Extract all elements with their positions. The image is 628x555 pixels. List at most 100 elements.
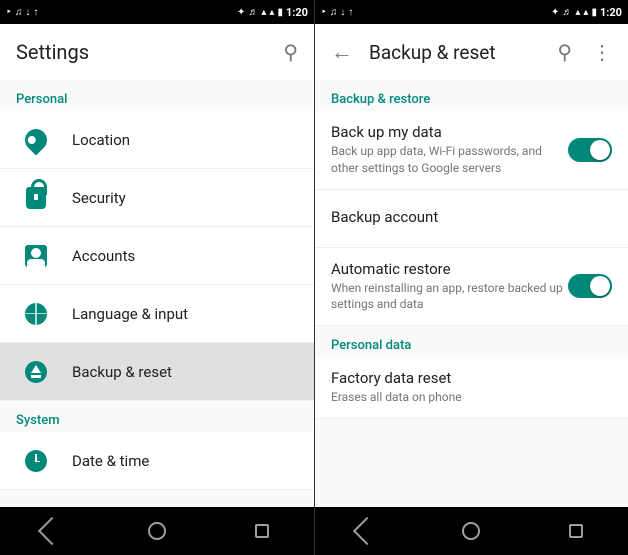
right-status-icons: ‣ ♫ ↓ ↑ [321,7,353,18]
factory-reset-subtitle: Erases all data on phone [331,389,612,406]
right-nav-home-icon [462,522,480,540]
left-recents-icon [255,524,269,538]
backup-account-content: Backup account [331,196,612,240]
security-label: Security [72,189,126,207]
left-back-button[interactable] [22,511,82,551]
location-label: Location [72,131,130,149]
settings-item-datetime[interactable]: Date & time [0,432,314,490]
auto-restore-title: Automatic restore [331,260,568,278]
right-bt-icon: ‣ [321,7,327,18]
language-label: Language & input [72,305,188,323]
right-content: Backup & restore Back up my data Back up… [315,80,628,507]
right-status-right: ✦ ♬ ▴ ▴ ▮ 1:20 [551,6,622,19]
settings-item-security[interactable]: Security [0,169,314,227]
factory-reset-title: Factory data reset [331,369,612,387]
right-item-auto-restore[interactable]: Automatic restore When reinstalling an a… [315,248,628,327]
backup-data-toggle-thumb [590,140,610,160]
right-item-factory-reset[interactable]: Factory data reset Erases all data on ph… [315,357,628,419]
backup-data-title: Back up my data [331,123,568,141]
left-time: 1:20 [286,6,308,19]
right-signal-vol: ♬ [562,7,572,18]
datetime-icon [25,450,47,472]
left-app-title: Settings [16,40,283,64]
backup-data-toggle[interactable] [568,138,612,162]
right-wifi: ▴ [575,7,580,18]
right-nav-back-button[interactable] [337,511,397,551]
location-icon [20,124,51,155]
left-status-icons: ‣ ♫ ↓ ↑ [6,7,38,18]
language-icon-container [16,294,56,334]
right-nav-home-button[interactable] [441,511,501,551]
right-status-bar: ‣ ♫ ↓ ↑ ✦ ♬ ▴ ▴ ▮ 1:20 [315,0,628,24]
settings-item-location[interactable]: Location [0,111,314,169]
right-download-icon: ↓ [340,7,345,18]
bt-icon: ✦ [237,7,245,18]
backup-data-subtitle: Back up app data, Wi-Fi passwords, and o… [331,143,568,177]
signal-icon: ▴ [269,7,274,18]
left-back-icon [38,517,66,545]
right-battery: ▮ [591,7,597,18]
left-status-bar: ‣ ♫ ↓ ↑ ✦ ♬ ▴ ▴ ▮ 1:20 [0,0,314,24]
right-upload-icon: ↑ [348,7,353,18]
left-home-icon [148,522,166,540]
settings-item-accounts[interactable]: Accounts [0,227,314,285]
right-item-backup-account[interactable]: Backup account [315,190,628,248]
left-search-icon[interactable]: ⚲ [283,40,298,64]
right-headset-icon: ♫ [330,7,338,18]
right-nav-bar [315,507,628,555]
right-back-button[interactable]: ← [331,39,353,65]
right-panel: ‣ ♫ ↓ ↑ ✦ ♬ ▴ ▴ ▮ 1:20 ← Backup & reset … [314,0,628,555]
security-icon [26,187,46,209]
left-panel: ‣ ♫ ↓ ↑ ✦ ♬ ▴ ▴ ▮ 1:20 Settings ⚲ Person… [0,0,314,555]
right-signal: ▴ [583,7,588,18]
right-nav-recents-icon [569,524,583,538]
battery-icon: ▮ [277,7,283,18]
right-item-backup-data[interactable]: Back up my data Back up app data, Wi-Fi … [315,111,628,190]
left-settings-list: Personal Location Security Accounts Lang… [0,80,314,507]
auto-restore-toggle-thumb [590,276,610,296]
left-app-bar: Settings ⚲ [0,24,314,80]
security-icon-container [16,178,56,218]
right-signal-bt: ✦ [551,7,559,18]
auto-restore-subtitle: When reinstalling an app, restore backed… [331,280,568,314]
right-time: 1:20 [600,6,622,19]
vol-icon: ♬ [248,7,258,18]
headset-icon: ♫ [15,7,23,18]
settings-item-backup[interactable]: Backup & reset [0,343,314,401]
backup-data-content: Back up my data Back up app data, Wi-Fi … [331,111,568,189]
right-more-icon[interactable]: ⋮ [584,32,620,72]
right-app-title: Backup & reset [369,41,549,64]
left-status-right: ✦ ♬ ▴ ▴ ▮ 1:20 [237,6,308,19]
backup-icon [25,361,47,383]
bluetooth-icon: ‣ [6,7,12,18]
auto-restore-toggle[interactable] [568,274,612,298]
datetime-label: Date & time [72,452,149,470]
right-nav-recents-button[interactable] [546,511,606,551]
backup-icon-container [16,352,56,392]
right-nav-back-icon [353,517,381,545]
system-section-header: System [0,401,314,432]
location-icon-container [16,120,56,160]
auto-restore-content: Automatic restore When reinstalling an a… [331,248,568,326]
datetime-icon-container [16,441,56,481]
left-home-button[interactable] [127,511,187,551]
backup-bar [31,375,41,378]
personal-section-header: Personal [0,80,314,111]
left-nav-bar [0,507,314,555]
backup-label: Backup & reset [72,363,172,381]
language-icon [25,303,47,325]
wifi-icon: ▴ [261,7,266,18]
upload-icon: ↑ [33,7,38,18]
right-search-icon[interactable]: ⚲ [549,32,580,72]
accounts-icon-container [16,236,56,276]
accounts-label: Accounts [72,247,135,265]
backup-account-title: Backup account [331,208,612,226]
factory-reset-content: Factory data reset Erases all data on ph… [331,357,612,418]
personal-data-header: Personal data [315,326,628,357]
right-app-bar-icons: ⚲ ⋮ [549,32,620,72]
backup-restore-header: Backup & restore [315,80,628,111]
accounts-icon [25,245,47,267]
settings-item-language[interactable]: Language & input [0,285,314,343]
right-app-bar: ← Backup & reset ⚲ ⋮ [315,24,628,80]
left-recents-button[interactable] [232,511,292,551]
